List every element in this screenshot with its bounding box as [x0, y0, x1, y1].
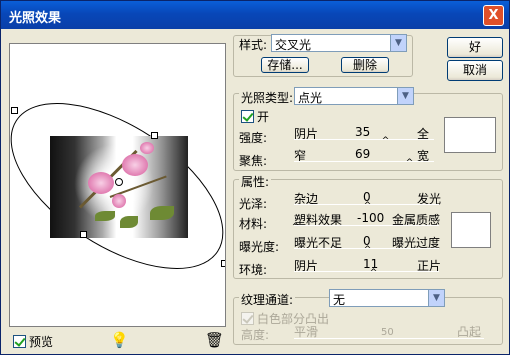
window-title: 光照效果 [9, 11, 62, 26]
intensity-thumb[interactable]: ^ [381, 137, 390, 146]
preview-check-box[interactable] [13, 335, 26, 348]
light-on-checkbox[interactable]: 开 [241, 108, 269, 125]
delete-button[interactable]: 删除 [341, 57, 389, 73]
save-button[interactable]: 存储... [261, 57, 309, 73]
blossom [122, 154, 148, 176]
leaf [150, 206, 174, 220]
trash-icon[interactable]: 🗑 [205, 331, 224, 349]
ellipse-handle[interactable] [221, 260, 225, 267]
gloss-thumb[interactable]: ^ [363, 202, 372, 211]
light-on-check-box[interactable] [241, 110, 254, 123]
light-type-select[interactable]: 点光 ▼ [294, 87, 414, 105]
preview-pane[interactable] [9, 43, 226, 327]
cancel-button[interactable]: 取消 [447, 60, 503, 81]
style-label: 样式: [239, 38, 268, 52]
gloss-label: 光泽: [239, 197, 268, 211]
blossom [140, 142, 154, 154]
ellipse-handle[interactable] [80, 231, 87, 238]
texture-value: 无 [333, 293, 346, 307]
preview-checkbox[interactable]: 预览 [13, 333, 53, 350]
height-label: 高度: [241, 328, 270, 342]
focus-label: 聚焦: [239, 154, 268, 168]
ambience-thumb[interactable]: ^ [369, 269, 378, 278]
title-bar: 光照效果 X [1, 1, 509, 29]
material-track[interactable] [294, 225, 439, 226]
ambience-track[interactable] [294, 271, 439, 272]
material-thumb[interactable]: ^ [291, 223, 300, 232]
texture-select[interactable]: 无 ▼ [329, 289, 445, 307]
style-select[interactable]: 交叉光 ▼ [271, 34, 407, 52]
light-type-value: 点光 [298, 91, 323, 105]
focus-thumb[interactable]: ^ [405, 159, 414, 168]
focus-value: 69 [355, 147, 371, 161]
ambience-label: 环境: [239, 263, 268, 277]
intensity-label: 强度: [239, 131, 268, 145]
texture-label: 纹理通道: [239, 291, 296, 308]
ambience-color-swatch[interactable] [451, 212, 491, 248]
style-select-value: 交叉光 [275, 38, 312, 52]
exposure-label: 曝光度: [239, 240, 280, 254]
intensity-track[interactable] [294, 139, 434, 140]
light-center-handle[interactable] [115, 178, 123, 186]
light-color-swatch[interactable] [444, 117, 496, 153]
blossom [112, 194, 126, 208]
height-value: 50 [381, 327, 394, 338]
light-bulb-icon[interactable]: 💡 [110, 331, 129, 349]
blossom [88, 172, 114, 194]
leaf [120, 216, 138, 228]
intensity-value: 35 [355, 125, 371, 139]
height-track[interactable] [294, 338, 484, 339]
material-value: -100 [357, 211, 385, 225]
white-high-check-box[interactable] [241, 312, 254, 325]
light-on-label: 开 [257, 110, 270, 124]
leaf [95, 211, 115, 221]
white-high-label: 白色部分凸出 [257, 312, 330, 326]
chevron-down-icon: ▼ [428, 290, 444, 306]
light-type-label: 光照类型: [239, 89, 296, 106]
preview-label: 预览 [29, 335, 54, 349]
exposure-thumb[interactable]: ^ [363, 246, 372, 255]
ok-button[interactable]: 好 [447, 37, 503, 58]
chevron-down-icon: ▼ [390, 35, 406, 51]
close-button[interactable]: X [483, 5, 504, 26]
ellipse-handle[interactable] [11, 107, 18, 114]
properties-label: 属性: [239, 173, 272, 190]
material-label: 材料: [239, 217, 268, 231]
chevron-down-icon: ▼ [397, 88, 413, 104]
preview-image [50, 136, 188, 238]
lighting-effects-dialog: 光照效果 X 预览 💡 🗑 样式: 交叉光 ▼ 存储... 删除 好 取消 光照… [0, 0, 510, 355]
ellipse-handle[interactable] [151, 132, 158, 139]
